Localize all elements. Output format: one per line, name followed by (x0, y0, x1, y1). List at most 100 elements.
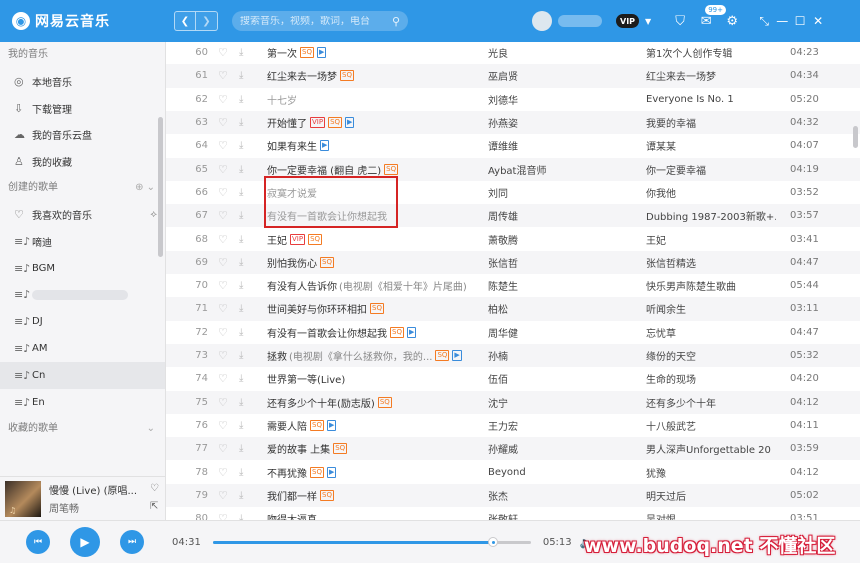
next-track-button[interactable]: ⏭ (120, 530, 144, 554)
song-album[interactable]: 你我他 (646, 185, 776, 200)
back-button[interactable]: ❮ (174, 11, 196, 31)
download-icon[interactable]: ⤓ (239, 210, 243, 221)
table-row[interactable]: 79 ♡ ⤓ 我们都一样 SQ 张杰 明天过后 05:02 (166, 483, 860, 507)
table-row[interactable]: 71 ♡ ⤓ 世间美好与你环环相扣 SQ 柏松 听闻余生 03:11 (166, 297, 860, 321)
download-icon[interactable]: ⤓ (239, 513, 243, 520)
sidebar-item-cloud[interactable]: ☁ 我的音乐云盘 (0, 122, 165, 149)
like-heart-icon[interactable]: ♡ (218, 512, 228, 520)
table-row[interactable]: 78 ♡ ⤓ 不再犹豫 SQ ▶ Beyond 犹豫 04:12 (166, 460, 860, 483)
mv-play-icon[interactable]: ▶ (345, 117, 355, 129)
avatar[interactable] (532, 11, 552, 31)
song-artist[interactable]: 张信哲 (488, 255, 608, 270)
song-artist[interactable]: 王力宏 (488, 418, 608, 433)
song-title-cell[interactable]: 爱的故事 上集 SQ (267, 441, 472, 456)
table-row[interactable]: 62 ♡ ⤓ 十七岁 刘德华 Everyone Is No. 1 05:20 (166, 88, 860, 111)
like-heart-icon[interactable]: ♡ (218, 139, 228, 152)
song-album[interactable]: 你一定要幸福 (646, 162, 776, 177)
username-redacted[interactable] (558, 15, 602, 27)
song-album[interactable]: 谭某某 (646, 138, 776, 153)
download-icon[interactable]: ⤓ (239, 373, 243, 384)
progress-knob[interactable] (487, 536, 498, 547)
user-area[interactable]: VIP ▼ (532, 11, 651, 31)
like-heart-icon[interactable]: ♡ (218, 326, 228, 339)
song-album[interactable]: 犹豫 (646, 465, 776, 480)
song-title-cell[interactable]: 需要人陪 SQ ▶ (267, 418, 472, 433)
song-album[interactable]: 王妃 (646, 232, 776, 247)
download-icon[interactable]: ⤓ (239, 140, 243, 151)
table-row[interactable]: 66 ♡ ⤓ 寂寞才说爱 刘同 你我他 03:52 (166, 181, 860, 204)
song-album[interactable]: 缘份的天空 (646, 348, 776, 363)
song-title-cell[interactable]: 开始懂了 VIP SQ ▶ (267, 115, 472, 130)
song-title-cell[interactable]: 王妃 VIP SQ (267, 232, 472, 247)
download-icon[interactable]: ⤓ (239, 397, 243, 408)
song-artist[interactable]: Aybat混音师 (488, 162, 608, 177)
song-artist[interactable]: 刘同 (488, 185, 608, 200)
song-album[interactable]: 我要的幸福 (646, 115, 776, 130)
like-heart-icon[interactable]: ♡ (218, 372, 228, 385)
song-title-cell[interactable]: 第一次 SQ ▶ (267, 45, 472, 60)
like-heart-icon[interactable]: ♡ (218, 419, 228, 432)
sidebar-item-playlist-didi[interactable]: ≡♪ 嘀迪 (0, 228, 165, 255)
table-row[interactable]: 64 ♡ ⤓ 如果有来生 ▶ 谭维维 谭某某 04:07 (166, 134, 860, 157)
song-artist[interactable]: 柏松 (488, 301, 608, 316)
sidebar-item-liked-music[interactable]: ♡ 我喜欢的音乐 ⟡ (0, 201, 165, 228)
song-artist[interactable]: Beyond (488, 467, 608, 478)
song-title-cell[interactable]: 有没有人告诉你 (电视剧《相爱十年》片尾曲) (267, 278, 472, 293)
song-artist[interactable]: 张敬轩 (488, 511, 608, 520)
download-icon[interactable]: ⤓ (239, 117, 243, 128)
song-artist[interactable]: 张杰 (488, 488, 608, 503)
like-heart-icon[interactable]: ♡ (218, 489, 228, 502)
song-album[interactable]: Everyone Is No. 1 (646, 94, 776, 105)
song-artist[interactable]: 孙燕姿 (488, 115, 608, 130)
song-artist[interactable]: 巫启贤 (488, 68, 608, 83)
sidebar-item-collection[interactable]: ♙ 我的收藏 (0, 148, 165, 175)
download-icon[interactable]: ⤓ (239, 490, 243, 501)
song-title-cell[interactable]: 吻得太逼真 (267, 511, 472, 520)
download-icon[interactable]: ⤓ (239, 420, 243, 431)
song-artist[interactable]: 萧敬腾 (488, 232, 608, 247)
download-icon[interactable]: ⤓ (239, 187, 243, 198)
song-artist[interactable]: 谭维维 (488, 138, 608, 153)
download-icon[interactable]: ⤓ (239, 303, 243, 314)
table-row[interactable]: 75 ♡ ⤓ 还有多少个十年(励志版) SQ 沈宁 还有多少个十年 04:12 (166, 390, 860, 414)
song-album[interactable]: 忘忧草 (646, 325, 776, 340)
song-title-cell[interactable]: 红尘来去一场梦 SQ (267, 68, 472, 83)
table-row[interactable]: 68 ♡ ⤓ 王妃 VIP SQ 萧敬腾 王妃 03:41 (166, 227, 860, 250)
song-album[interactable]: Dubbing 1987-2003新歌+... (646, 208, 776, 223)
close-icon[interactable]: ✕ (809, 14, 827, 28)
table-row[interactable]: 76 ♡ ⤓ 需要人陪 SQ ▶ 王力宏 十八般武艺 04:11 (166, 414, 860, 437)
sidebar-item-playlist-am[interactable]: ≡♪ AM (0, 335, 165, 362)
mv-play-icon[interactable]: ▶ (326, 419, 337, 431)
like-heart-icon[interactable]: ♡ (218, 279, 228, 292)
app-logo[interactable]: ◉ 网易云音乐 (12, 11, 162, 31)
sidebar-item-local-music[interactable]: ◎ 本地音乐 (0, 68, 165, 95)
song-album[interactable]: 还有多少个十年 (646, 395, 776, 410)
like-heart-icon[interactable]: ♡ (218, 442, 228, 455)
table-row[interactable]: 69 ♡ ⤓ 别怕我伤心 SQ 张信哲 张信哲精选 04:47 (166, 250, 860, 274)
sidebar-item-playlist-cn[interactable]: ≡♪ Cn (0, 361, 165, 389)
song-title-cell[interactable]: 你一定要幸福 (翻自 虎二) SQ (267, 162, 472, 177)
song-title-cell[interactable]: 拯救 (电视剧《拿什么拯救你，我的... SQ ▶ (267, 348, 472, 363)
download-icon[interactable]: ⤓ (239, 350, 243, 361)
song-artist[interactable]: 陈楚生 (488, 278, 608, 293)
download-icon[interactable]: ⤓ (239, 327, 243, 338)
search-input[interactable] (240, 15, 392, 27)
table-row[interactable]: 77 ♡ ⤓ 爱的故事 上集 SQ 孙耀威 男人深声Unforgettable 20 03:5… (166, 437, 860, 461)
song-artist[interactable]: 周华健 (488, 325, 608, 340)
sidebar-scrollbar[interactable] (158, 117, 163, 257)
song-title-cell[interactable]: 有没有一首歌会让你想起我 (267, 208, 472, 223)
table-row[interactable]: 72 ♡ ⤓ 有没有一首歌会让你想起我 SQ ▶ 周华健 忘忧草 04:47 (166, 321, 860, 344)
download-icon[interactable]: ⤓ (239, 467, 243, 478)
like-icon[interactable]: ♡ (150, 483, 159, 494)
like-heart-icon[interactable]: ♡ (218, 233, 228, 246)
share-icon[interactable]: ⇱ (150, 501, 159, 512)
song-title-cell[interactable]: 世间美好与你环环相扣 SQ (267, 301, 472, 316)
like-heart-icon[interactable]: ♡ (218, 93, 228, 106)
like-heart-icon[interactable]: ♡ (218, 302, 228, 315)
previous-track-button[interactable]: ⏮ (26, 530, 50, 554)
like-heart-icon[interactable]: ♡ (218, 186, 228, 199)
mail-icon[interactable]: ✉ 99+ (693, 4, 726, 29)
sidebar-item-playlist-bgm[interactable]: ≡♪ BGM (0, 255, 165, 282)
download-icon[interactable]: ⤓ (239, 234, 243, 245)
download-icon[interactable]: ⤓ (239, 257, 243, 268)
